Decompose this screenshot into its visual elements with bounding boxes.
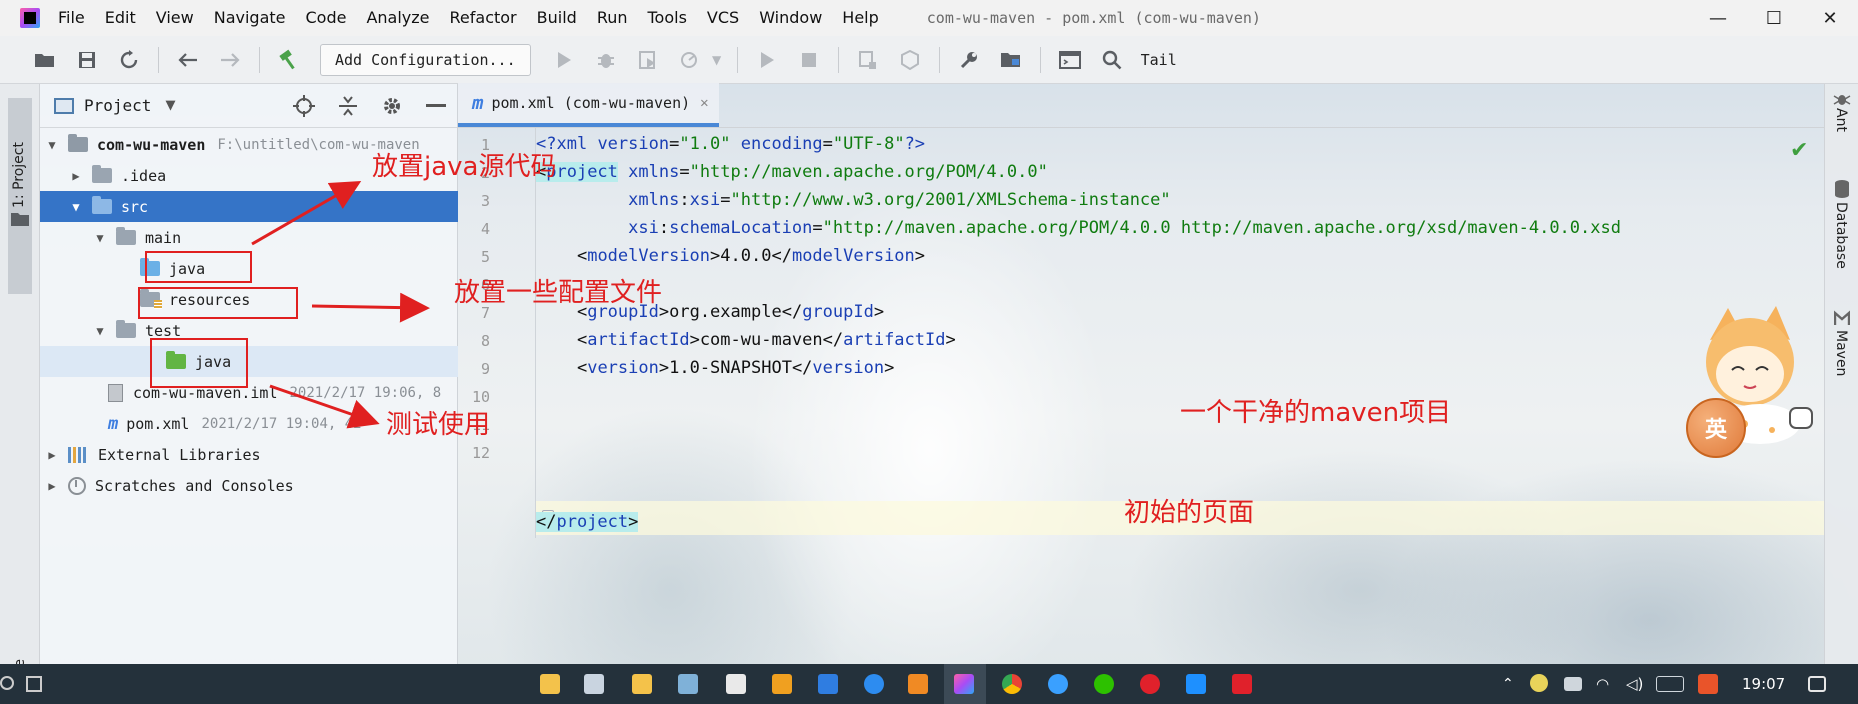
- taskbar-left-icons: [0, 664, 46, 704]
- battery-icon[interactable]: [1564, 677, 1582, 691]
- taskbar-app-icon[interactable]: [1186, 674, 1206, 694]
- arrow-to-config-note: [311, 292, 430, 323]
- intellij-taskbar-icon[interactable]: [954, 674, 974, 694]
- annotation-test-use: 测试使用: [386, 410, 491, 440]
- wechat-icon[interactable]: [1094, 674, 1114, 694]
- taskbar-app-icon[interactable]: [908, 674, 928, 694]
- cortana-icon[interactable]: [0, 676, 14, 690]
- taskbar-app-icon[interactable]: [678, 674, 698, 694]
- chrome-icon[interactable]: [1002, 674, 1022, 694]
- annotation-java-source: 放置java源代码: [372, 152, 557, 182]
- notification-center-icon[interactable]: [1808, 676, 1826, 692]
- taskbar-app-icon[interactable]: [540, 674, 560, 694]
- file-explorer-icon[interactable]: [632, 674, 652, 694]
- sublime-text-icon[interactable]: [772, 674, 792, 694]
- youdao-icon[interactable]: [1232, 674, 1252, 694]
- taskbar-app-icon[interactable]: [864, 674, 884, 694]
- arrow-to-test-note: [269, 384, 380, 429]
- task-view-icon[interactable]: [26, 676, 42, 692]
- netease-music-icon[interactable]: [1140, 674, 1160, 694]
- taskbar-app-icon[interactable]: [584, 674, 604, 694]
- annotation-arrows: [251, 181, 430, 429]
- store-icon[interactable]: [818, 674, 838, 694]
- keyboard-icon[interactable]: [1656, 676, 1684, 692]
- taskbar-app-icon[interactable]: [726, 674, 746, 694]
- tray-chevron-up-icon[interactable]: ⌃: [1502, 664, 1514, 704]
- arrow-to-java-note: [251, 181, 362, 246]
- annotation-clean-project: 一个干净的maven项目: [1180, 398, 1452, 428]
- volume-icon[interactable]: ◁): [1626, 664, 1643, 704]
- sogou-input-icon[interactable]: [1698, 674, 1718, 694]
- windows-taskbar: ⌃ ◠ ◁) 19:07: [0, 664, 1858, 704]
- taskbar-app-icon[interactable]: [1048, 674, 1068, 694]
- qq-tray-icon[interactable]: [1530, 674, 1548, 692]
- annotation-config-files: 放置一些配置文件: [454, 278, 663, 308]
- annotation-initial-page: 初始的页面: [1124, 498, 1255, 528]
- wifi-icon[interactable]: ◠: [1596, 664, 1609, 704]
- clock-time[interactable]: 19:07: [1742, 664, 1785, 704]
